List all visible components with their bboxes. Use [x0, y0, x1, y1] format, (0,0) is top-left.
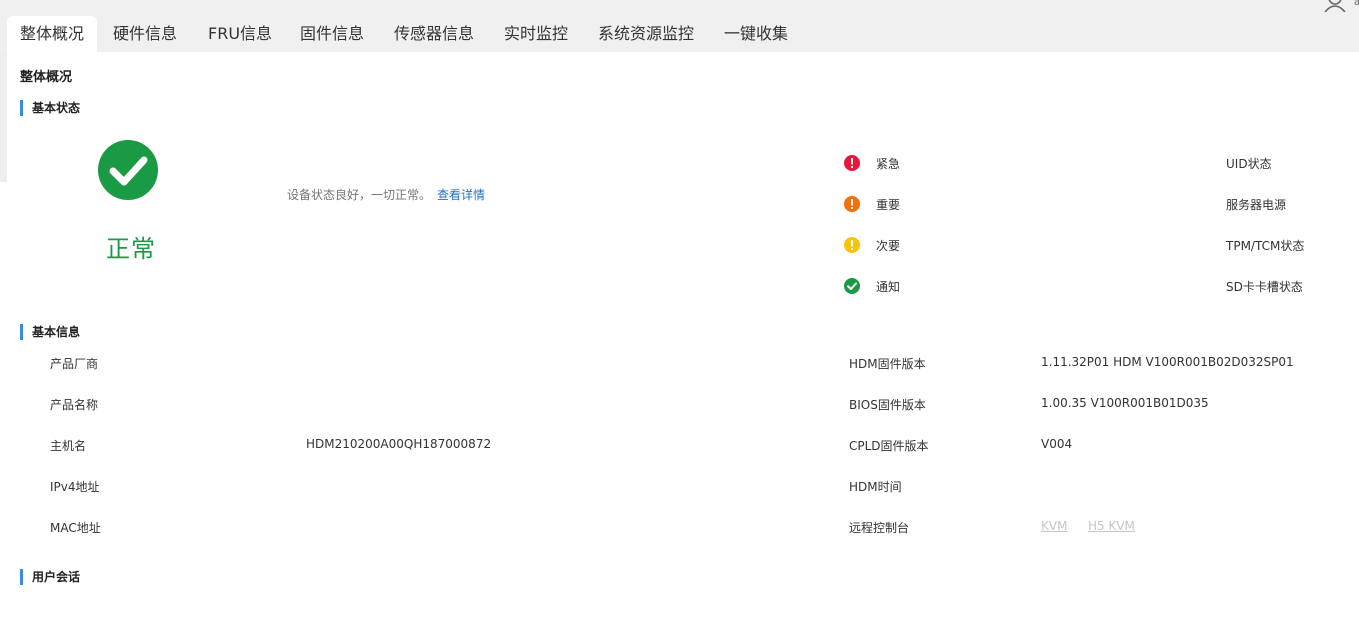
sd-card-slot-status-label: SD卡卡槽状态: [1226, 280, 1303, 294]
alarm-major-label[interactable]: 重要: [876, 196, 900, 213]
user-icon[interactable]: [1322, 0, 1348, 12]
h5-kvm-link[interactable]: H5 KVM: [1088, 519, 1135, 533]
notice-check-icon: [844, 278, 860, 294]
left-strip: [0, 52, 7, 182]
hdm-firmware-version-label: HDM固件版本: [849, 357, 926, 371]
section-basic-info: 基本信息: [20, 324, 80, 340]
cpld-firmware-version-value: V004: [1041, 437, 1073, 451]
tab-fru-info[interactable]: FRU信息: [208, 16, 272, 52]
user-menu-indicator[interactable]: a: [1354, 0, 1359, 8]
tab-sensor-info[interactable]: 传感器信息: [394, 16, 474, 52]
section-user-session: 用户会话: [20, 569, 80, 585]
alarm-critical-label[interactable]: 紧急: [876, 155, 900, 172]
minor-alert-icon: [844, 237, 860, 253]
uid-status-label: UID状态: [1226, 157, 1272, 171]
tab-hardware-info[interactable]: 硬件信息: [113, 16, 177, 52]
device-status-text: 正常: [106, 235, 156, 263]
tab-firmware-info[interactable]: 固件信息: [300, 16, 364, 52]
hostname-value: HDM210200A00QH187000872: [306, 437, 492, 451]
kvm-link[interactable]: KVM: [1041, 519, 1067, 533]
tpm-tcm-status-label: TPM/TCM状态: [1226, 239, 1305, 253]
status-description: 设备状态良好，一切正常。 查看详情: [287, 186, 485, 203]
alarm-notice-label[interactable]: 通知: [876, 278, 900, 295]
bios-firmware-version-value: 1.00.35 V100R001B01D035: [1041, 396, 1209, 410]
status-description-text: 设备状态良好，一切正常。: [287, 188, 432, 202]
hdm-time-label: HDM时间: [849, 480, 902, 494]
hostname-label: 主机名: [50, 439, 87, 453]
ipv4-address-label: IPv4地址: [50, 480, 100, 494]
alarm-minor-label[interactable]: 次要: [876, 237, 900, 254]
check-circle-icon: [98, 140, 158, 200]
cpld-firmware-version-label: CPLD固件版本: [849, 439, 929, 453]
server-power-label: 服务器电源: [1226, 198, 1287, 212]
remote-console-label: 远程控制台: [849, 521, 910, 535]
hdm-firmware-version-value: 1.11.32P01 HDM V100R001B02D032SP01: [1041, 355, 1294, 369]
critical-alert-icon: [844, 155, 860, 171]
tab-overview[interactable]: 整体概况: [7, 16, 97, 52]
major-alert-icon: [844, 196, 860, 212]
page-title: 整体概况: [20, 70, 73, 85]
section-basic-status: 基本状态: [20, 100, 80, 116]
bios-firmware-version-label: BIOS固件版本: [849, 398, 926, 412]
product-name-label: 产品名称: [50, 398, 99, 412]
product-vendor-label: 产品厂商: [50, 357, 99, 371]
tab-system-resource-monitor[interactable]: 系统资源监控: [598, 16, 694, 52]
view-details-link[interactable]: 查看详情: [437, 188, 485, 202]
mac-address-label: MAC地址: [50, 521, 101, 535]
tab-realtime-monitor[interactable]: 实时监控: [504, 16, 568, 52]
tab-one-click-collect[interactable]: 一键收集: [724, 16, 788, 52]
